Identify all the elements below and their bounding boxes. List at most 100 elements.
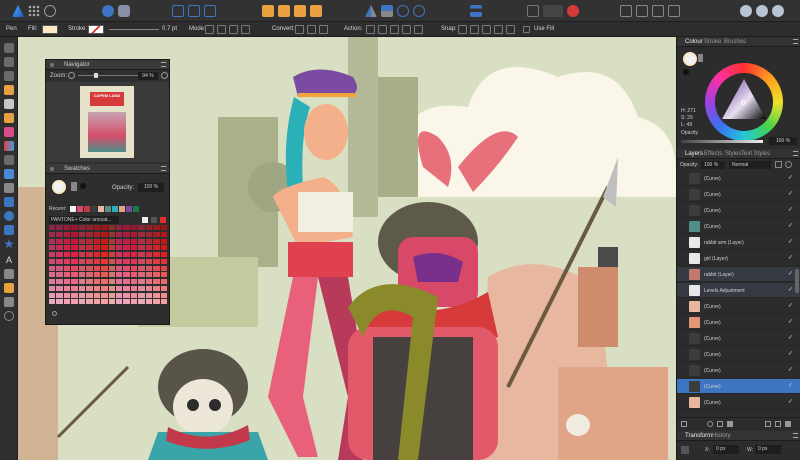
palette-swatch[interactable]	[160, 285, 167, 291]
palette-swatch[interactable]	[78, 279, 86, 284]
panel-menu-icon[interactable]	[161, 166, 166, 171]
palette-swatch[interactable]	[130, 279, 138, 284]
palette-swatch[interactable]	[93, 231, 101, 237]
convert-smart-icon[interactable]	[319, 25, 328, 34]
swatch-grid[interactable]	[49, 225, 167, 305]
move-tool-icon[interactable]	[4, 43, 14, 53]
join-curves-icon[interactable]	[402, 25, 411, 34]
palette-swatch[interactable]	[93, 299, 101, 305]
transform-origin-icon[interactable]	[668, 5, 680, 17]
palette-swatch[interactable]	[93, 238, 101, 244]
zoom-out-icon[interactable]	[68, 72, 75, 79]
fill-color-well[interactable]	[52, 180, 66, 194]
palette-swatch[interactable]	[145, 279, 153, 284]
tab-styles[interactable]: Styles	[725, 151, 741, 157]
palette-swatch[interactable]	[160, 258, 167, 264]
palette-swatch[interactable]	[153, 252, 160, 257]
palette-swatch[interactable]	[145, 231, 153, 237]
palette-swatch[interactable]	[101, 231, 108, 237]
search-icon[interactable]	[52, 311, 57, 316]
palette-swatch[interactable]	[101, 272, 108, 278]
colour-opacity-slider[interactable]	[681, 140, 763, 143]
palette-swatch[interactable]	[138, 279, 145, 284]
assistant-icon[interactable]	[652, 5, 664, 17]
visibility-check-icon[interactable]: ✓	[788, 303, 794, 309]
palette-swatch[interactable]	[93, 272, 101, 278]
palette-swatch[interactable]	[78, 231, 86, 237]
palette-swatch[interactable]	[49, 238, 56, 244]
palette-swatch[interactable]	[138, 225, 145, 230]
visibility-check-icon[interactable]: ✓	[788, 255, 794, 261]
recent-swatch[interactable]	[105, 206, 111, 212]
layers-list[interactable]: (Curve) ✓ (Curve) ✓ (Curve) ✓ (Curve) ✓ rabbit a…	[677, 171, 800, 416]
palette-swatch[interactable]	[63, 285, 71, 291]
palette-swatch[interactable]	[153, 225, 160, 230]
palette-swatch[interactable]	[160, 299, 167, 305]
move-to-back-icon[interactable]	[262, 5, 274, 17]
frame-text-tool-icon[interactable]	[4, 269, 14, 279]
black-swatch[interactable]	[80, 183, 86, 189]
palette-swatch[interactable]	[160, 265, 167, 271]
gear-icon[interactable]	[785, 161, 792, 168]
palette-swatch[interactable]	[86, 231, 93, 237]
palette-swatch[interactable]	[56, 225, 63, 230]
palette-swatch[interactable]	[108, 292, 115, 298]
palette-swatch[interactable]	[56, 245, 63, 251]
panel-menu-icon[interactable]	[793, 151, 798, 156]
palette-swatch[interactable]	[56, 252, 63, 257]
color-picker-icon[interactable]	[567, 5, 579, 17]
close-icon[interactable]	[50, 167, 54, 171]
grid-menu-icon[interactable]	[28, 5, 40, 17]
palette-swatch[interactable]	[160, 292, 167, 298]
palette-swatch[interactable]	[123, 285, 130, 291]
palette-swatch[interactable]	[86, 292, 93, 298]
pencil-tool-icon[interactable]	[4, 99, 14, 109]
palette-swatch[interactable]	[78, 265, 86, 271]
palette-swatch[interactable]	[101, 265, 108, 271]
studio-toggle-icon[interactable]	[740, 5, 752, 17]
palette-swatch[interactable]	[153, 299, 160, 305]
palette-swatch[interactable]	[71, 265, 78, 271]
palette-swatch[interactable]	[130, 252, 138, 257]
palette-swatch[interactable]	[56, 279, 63, 284]
visibility-check-icon[interactable]: ✓	[788, 383, 794, 389]
palette-swatch[interactable]	[123, 272, 130, 278]
palette-swatch[interactable]	[78, 285, 86, 291]
palette-swatch[interactable]	[93, 285, 101, 291]
palette-swatch[interactable]	[130, 238, 138, 244]
pen-tool-icon[interactable]	[4, 85, 14, 95]
palette-swatch[interactable]	[130, 285, 138, 291]
recent-swatch[interactable]	[119, 206, 125, 212]
recent-swatch[interactable]	[133, 206, 139, 212]
palette-swatch[interactable]	[86, 265, 93, 271]
star-tool-icon[interactable]	[4, 239, 14, 249]
palette-swatch[interactable]	[101, 225, 108, 230]
palette-swatch[interactable]	[56, 292, 63, 298]
palette-swatch[interactable]	[78, 299, 86, 305]
palette-swatch[interactable]	[138, 238, 145, 244]
layers-scrollbar[interactable]	[795, 269, 799, 293]
palette-swatch[interactable]	[63, 225, 71, 230]
zoom-in-icon[interactable]	[161, 72, 168, 79]
palette-swatch[interactable]	[86, 252, 93, 257]
palette-swatch[interactable]	[138, 272, 145, 278]
snapping-options-icon[interactable]	[636, 5, 648, 17]
eyedropper-icon[interactable]	[698, 54, 703, 62]
layer-row[interactable]: (Curve) ✓	[677, 379, 800, 394]
polygon-mode-icon[interactable]	[229, 25, 238, 34]
tab-colour[interactable]: Colour	[685, 39, 703, 45]
visibility-check-icon[interactable]: ✓	[788, 367, 794, 373]
x-field[interactable]: 0 px	[713, 445, 739, 454]
palette-swatch[interactable]	[138, 299, 145, 305]
palette-swatch[interactable]	[123, 252, 130, 257]
palette-swatch[interactable]	[153, 292, 160, 298]
palette-swatch[interactable]	[86, 285, 93, 291]
navigator-header[interactable]: Navigator	[46, 60, 169, 70]
align-icon[interactable]	[470, 5, 482, 17]
layer-row[interactable]: (Curve) ✓	[677, 203, 800, 218]
palette-swatch[interactable]	[101, 279, 108, 284]
layer-options-icon[interactable]	[681, 421, 687, 427]
palette-swatch[interactable]	[71, 238, 78, 244]
gradient-tool-icon[interactable]	[4, 141, 14, 151]
palette-swatch[interactable]	[49, 225, 56, 230]
